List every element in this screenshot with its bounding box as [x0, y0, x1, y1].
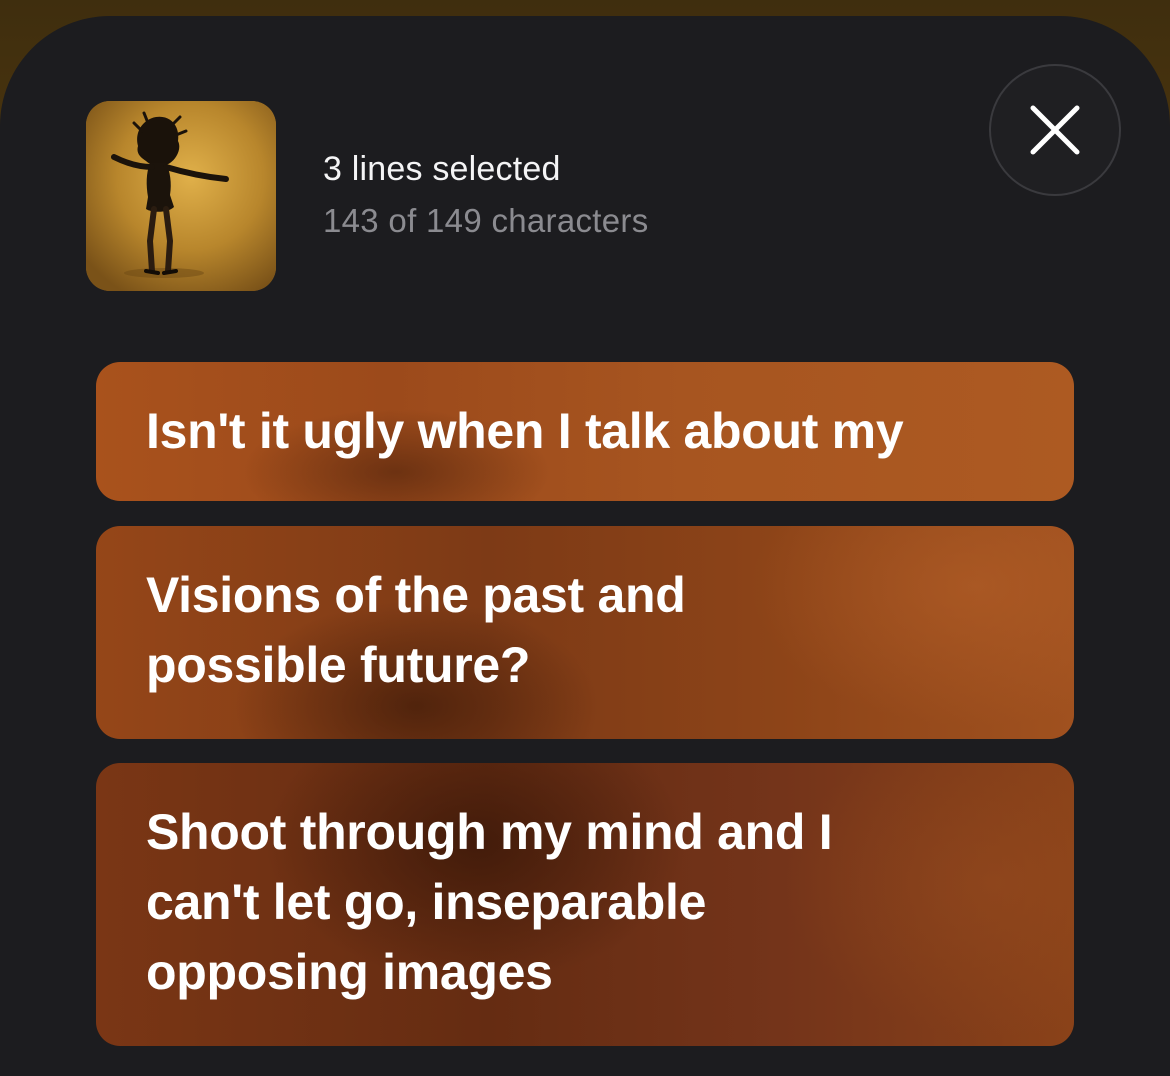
lyric-line: possible future?: [146, 637, 531, 693]
lyric-line: Isn't it ugly when I talk about my: [146, 403, 904, 459]
album-artwork: [86, 101, 276, 291]
lyric-line: opposing images: [146, 944, 553, 1000]
lyric-card-2[interactable]: Visions of the past and possible future?: [96, 526, 1074, 739]
close-icon: [1030, 105, 1080, 155]
lyric-card-3[interactable]: Shoot through my mind and I can't let go…: [96, 763, 1074, 1046]
character-count: 143 of 149 characters: [323, 202, 649, 239]
close-button[interactable]: [989, 64, 1121, 196]
lyric-line: Visions of the past and: [146, 567, 686, 623]
lyric-line: can't let go, inseparable: [146, 874, 707, 930]
lyric-line: Shoot through my mind and I: [146, 804, 833, 860]
lyric-card-1[interactable]: Isn't it ugly when I talk about my: [96, 362, 1074, 501]
selection-title: 3 lines selected: [323, 150, 561, 188]
